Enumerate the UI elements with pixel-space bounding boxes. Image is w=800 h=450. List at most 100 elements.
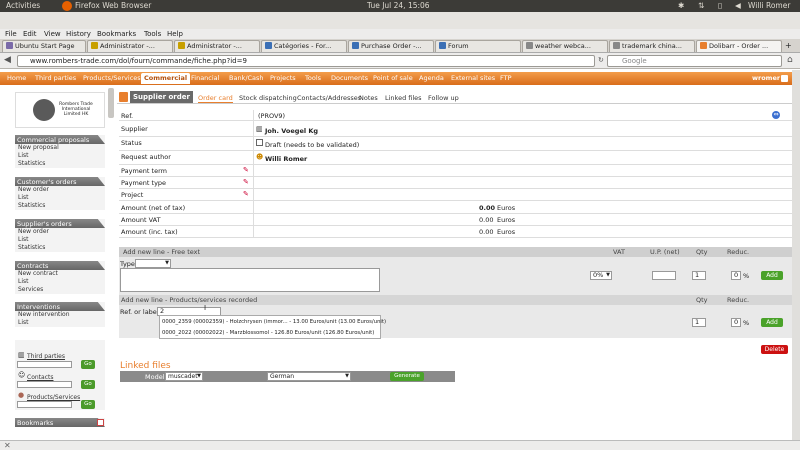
- add-product-line-button[interactable]: Add: [761, 318, 783, 327]
- network-icon[interactable]: ⇅: [698, 1, 704, 10]
- topmenu-financial[interactable]: Financial: [191, 74, 219, 82]
- user-name[interactable]: Willi Romer: [748, 1, 790, 10]
- vertical-scrollbar[interactable]: [792, 70, 800, 440]
- app-name[interactable]: Firefox Web Browser: [75, 1, 151, 10]
- topmenu-external[interactable]: External sites: [451, 74, 495, 82]
- browser-tab[interactable]: Ubuntu Start Page: [2, 40, 86, 52]
- author-link[interactable]: Willi Romer: [265, 155, 307, 163]
- menu-help[interactable]: Help: [167, 30, 183, 38]
- browser-tab[interactable]: trademark china...: [609, 40, 695, 52]
- browser-tab[interactable]: Administrator -...: [87, 40, 173, 52]
- logout-icon[interactable]: [781, 75, 788, 82]
- sidebar-item-services[interactable]: Services: [15, 286, 105, 294]
- sidebar-section-title[interactable]: Interventions: [15, 302, 105, 311]
- menu-file[interactable]: File: [5, 30, 17, 38]
- volume-icon[interactable]: ◀: [735, 1, 741, 10]
- reload-icon[interactable]: ↻: [598, 56, 604, 64]
- edit-pencil-icon[interactable]: ✎: [243, 166, 249, 174]
- logged-user[interactable]: wromer: [752, 74, 780, 82]
- sidebar-item-statistics[interactable]: Statistics: [15, 202, 105, 210]
- search-products-label[interactable]: Products/Services: [27, 394, 80, 401]
- model-select[interactable]: muscadet ▼: [165, 372, 203, 381]
- topmenu-third-parties[interactable]: Third parties: [35, 74, 76, 82]
- add-bookmark-icon[interactable]: [97, 419, 104, 426]
- menu-edit[interactable]: Edit: [23, 30, 37, 38]
- topmenu-products[interactable]: Products/Services: [83, 74, 141, 82]
- browser-tab[interactable]: Administrator -...: [174, 40, 260, 52]
- url-bar[interactable]: www.rombers-trade.com/dol/fourn/commande…: [17, 55, 595, 67]
- product-qty-input[interactable]: 1: [692, 318, 706, 327]
- description-textarea[interactable]: [120, 268, 380, 292]
- autocomplete-item[interactable]: 0000_2359 (00002359) - Holzchrysen (immo…: [162, 319, 386, 325]
- topmenu-documents[interactable]: Documents: [331, 74, 368, 82]
- sidebar-item-statistics[interactable]: Statistics: [15, 160, 105, 168]
- reduc-input[interactable]: 0: [731, 271, 741, 280]
- supplier-link[interactable]: Joh. Voegel Kg: [265, 127, 318, 135]
- tab-linked-files[interactable]: Linked files: [385, 94, 422, 102]
- sidebar-item-list[interactable]: List: [15, 278, 105, 286]
- type-select[interactable]: ▼: [135, 259, 171, 268]
- sidebar-scrollbar[interactable]: [108, 88, 114, 118]
- browser-tab[interactable]: Catégories - For...: [261, 40, 347, 52]
- tab-stock-dispatching[interactable]: Stock dispatching: [239, 94, 297, 102]
- sidebar-section-title[interactable]: Bookmarks: [15, 418, 105, 427]
- menu-view[interactable]: View: [44, 30, 61, 38]
- search-contacts-input[interactable]: [17, 381, 72, 388]
- menu-tools[interactable]: Tools: [144, 30, 161, 38]
- sidebar-item-list[interactable]: List: [15, 194, 105, 202]
- topmenu-home[interactable]: Home: [7, 74, 26, 82]
- close-icon[interactable]: ✕: [4, 441, 11, 450]
- add-free-line-button[interactable]: Add: [761, 271, 783, 280]
- search-third-parties-input[interactable]: [17, 361, 72, 368]
- browser-tab-active[interactable]: Dolibarr - Order ...: [696, 40, 782, 52]
- navigate-icon[interactable]: ⇔: [772, 111, 780, 119]
- vat-select[interactable]: 0% ▼: [590, 271, 612, 280]
- accessibility-icon[interactable]: ✱: [678, 1, 684, 10]
- generate-button[interactable]: Generate: [390, 372, 424, 381]
- edit-pencil-icon[interactable]: ✎: [243, 190, 249, 198]
- sidebar-item-new-contract[interactable]: New contract: [15, 270, 105, 278]
- qty-input[interactable]: 1: [692, 271, 706, 280]
- search-input[interactable]: Google: [607, 55, 782, 67]
- tab-order-card[interactable]: Order card: [198, 94, 233, 103]
- home-icon[interactable]: ⌂: [787, 55, 793, 65]
- clock[interactable]: Tue Jul 24, 15:06: [367, 1, 430, 10]
- activities-button[interactable]: Activities: [6, 1, 40, 10]
- browser-tab[interactable]: Forum: [435, 40, 521, 52]
- sidebar-item-list[interactable]: List: [15, 319, 105, 327]
- sidebar-section-title[interactable]: Commercial proposals: [15, 135, 105, 144]
- sidebar-item-list[interactable]: List: [15, 236, 105, 244]
- topmenu-commercial[interactable]: Commercial: [141, 73, 191, 84]
- sidebar-item-statistics[interactable]: Statistics: [15, 244, 105, 252]
- autocomplete-item[interactable]: 0000_2022 (00002022) - Marzblossomol - 1…: [162, 330, 374, 336]
- sidebar-item-new-intervention[interactable]: New intervention: [15, 311, 105, 319]
- menu-bookmarks[interactable]: Bookmarks: [97, 30, 136, 38]
- topmenu-agenda[interactable]: Agenda: [419, 74, 444, 82]
- delete-button[interactable]: Delete: [761, 345, 788, 354]
- sidebar-item-new-order[interactable]: New order: [15, 186, 105, 194]
- battery-icon[interactable]: ▯: [718, 1, 722, 10]
- topmenu-tools[interactable]: Tools: [305, 74, 321, 82]
- topmenu-bank[interactable]: Bank/Cash: [229, 74, 264, 82]
- search-third-parties-label[interactable]: Third parties: [27, 353, 65, 360]
- search-third-parties-go[interactable]: Go: [81, 360, 95, 369]
- tab-follow-up[interactable]: Follow up: [428, 94, 459, 102]
- search-contacts-label[interactable]: Contacts: [27, 374, 53, 381]
- topmenu-pos[interactable]: Point of sale: [373, 74, 413, 82]
- sidebar-section-title[interactable]: Supplier's orders: [15, 219, 105, 228]
- tab-contacts[interactable]: Contacts/Addresses: [297, 94, 361, 102]
- unit-price-input[interactable]: [652, 271, 676, 280]
- browser-tab[interactable]: weather webca...: [522, 40, 608, 52]
- topmenu-ftp[interactable]: FTP: [500, 74, 512, 82]
- search-products-go[interactable]: Go: [81, 400, 95, 409]
- tab-notes[interactable]: Notes: [359, 94, 378, 102]
- browser-tab[interactable]: Purchase Order -...: [348, 40, 434, 52]
- sidebar-section-title[interactable]: Customer's orders: [15, 177, 105, 186]
- search-products-input[interactable]: [17, 401, 72, 408]
- sidebar-section-title[interactable]: Contracts: [15, 261, 105, 270]
- language-select[interactable]: German ▼: [267, 372, 351, 381]
- menu-history[interactable]: History: [66, 30, 91, 38]
- back-icon[interactable]: ◀: [4, 55, 11, 65]
- topmenu-projects[interactable]: Projects: [270, 74, 296, 82]
- edit-pencil-icon[interactable]: ✎: [243, 178, 249, 186]
